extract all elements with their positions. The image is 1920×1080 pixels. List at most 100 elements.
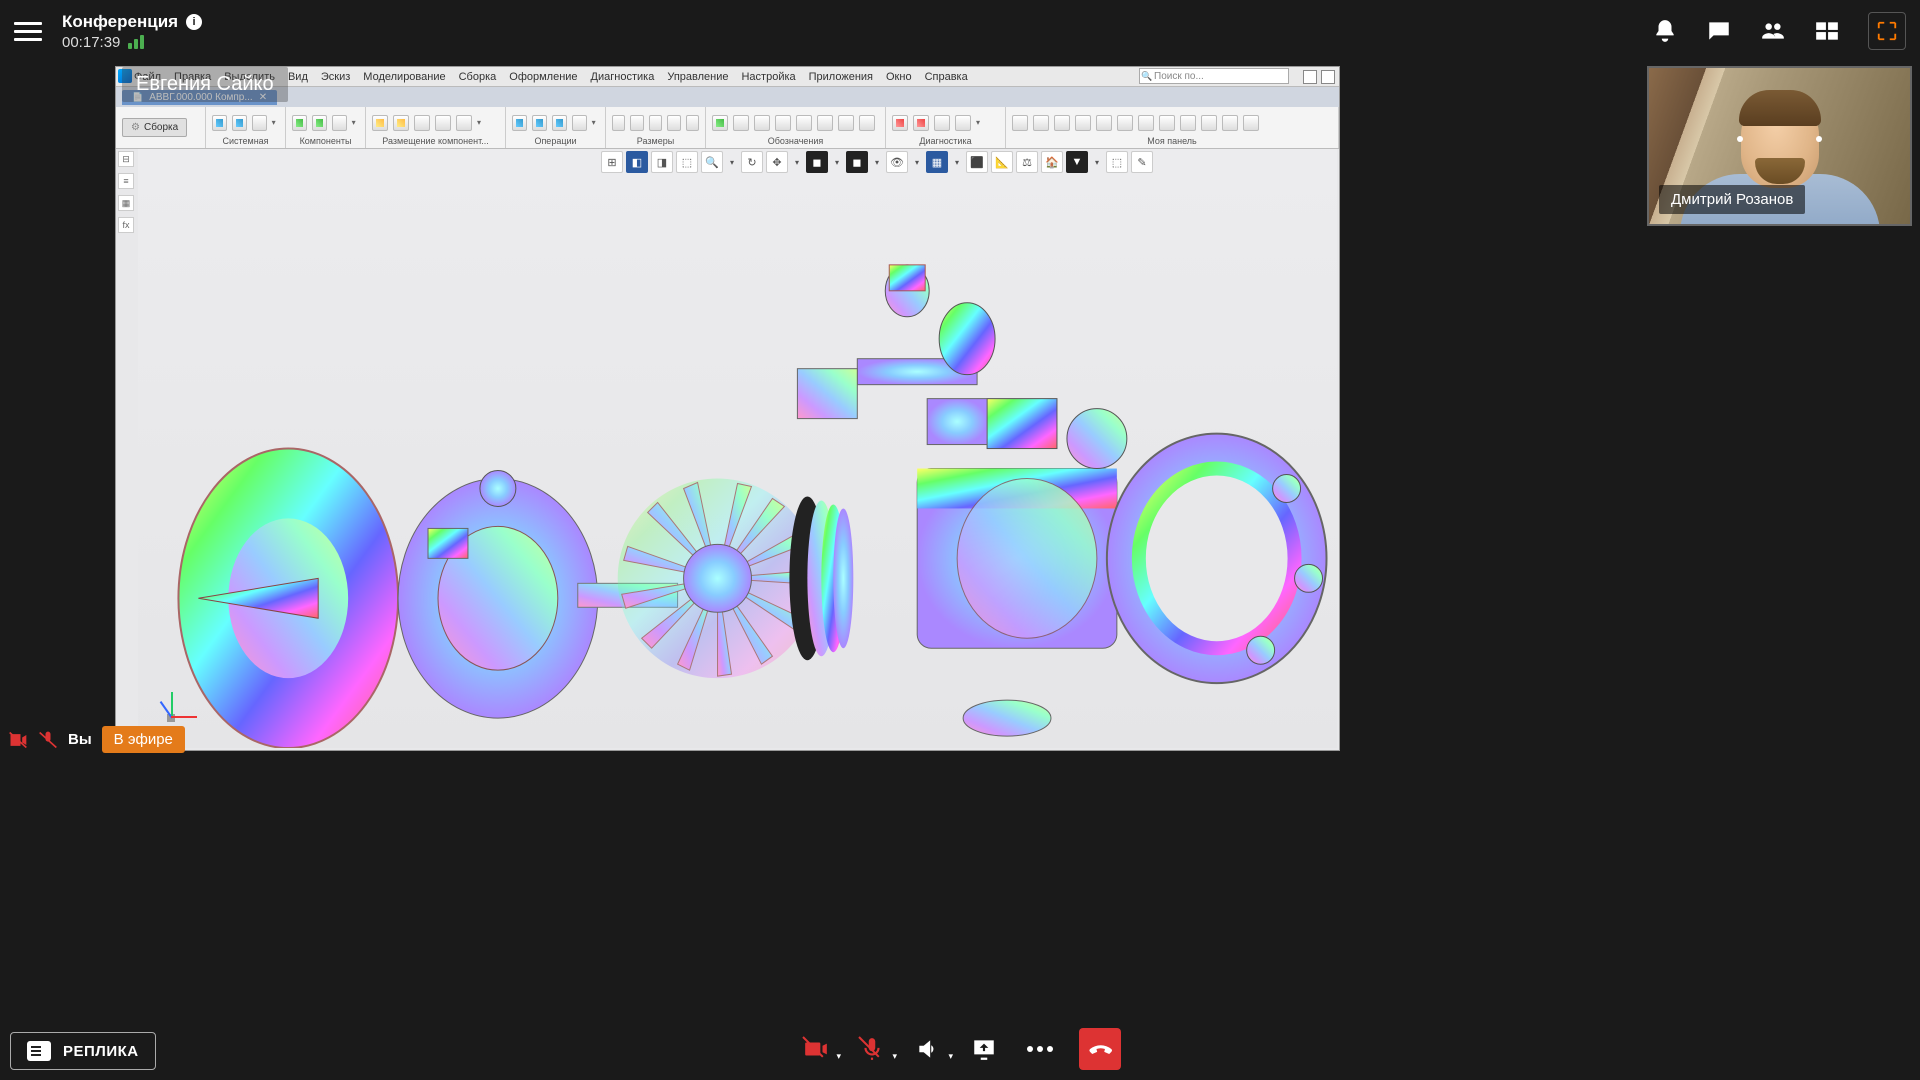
cad-list-icon[interactable]: ≡ [118, 173, 134, 189]
chevron-down-icon[interactable]: ▾ [477, 118, 485, 127]
ribbon-tool-icon[interactable] [312, 115, 327, 131]
cad-home-tool-icon[interactable]: 🏠 [1041, 151, 1063, 173]
ribbon-tool-icon[interactable] [1075, 115, 1091, 131]
chevron-down-icon[interactable]: ▾ [892, 1051, 897, 1062]
cad-menu-help[interactable]: Справка [925, 71, 968, 83]
cad-view-tool-icon[interactable]: ◧ [626, 151, 648, 173]
cad-zoom-tool-icon[interactable]: 🔍 [701, 151, 723, 173]
ribbon-tool-icon[interactable] [372, 115, 388, 131]
toggle-speaker-button[interactable]: ▾ [911, 1032, 945, 1066]
participants-icon[interactable] [1760, 18, 1786, 44]
ribbon-tool-icon[interactable] [212, 115, 227, 131]
chevron-down-icon[interactable]: ▾ [1091, 151, 1103, 173]
cad-render-tool-icon[interactable]: ◼ [846, 151, 868, 173]
cad-last-tool-icon[interactable]: ✎ [1131, 151, 1153, 173]
toggle-camera-button[interactable]: ▾ [799, 1032, 833, 1066]
ribbon-tool-icon[interactable] [775, 115, 791, 131]
cad-assembly-button[interactable]: Сборка [122, 118, 187, 137]
cad-rotate-tool-icon[interactable]: ↻ [741, 151, 763, 173]
ribbon-tool-icon[interactable] [649, 115, 662, 131]
fullscreen-button[interactable] [1868, 12, 1906, 50]
ribbon-tool-icon[interactable] [292, 115, 307, 131]
ribbon-tool-icon[interactable] [1180, 115, 1196, 131]
cad-measure-tool-icon[interactable]: 📐 [991, 151, 1013, 173]
ribbon-tool-icon[interactable] [859, 115, 875, 131]
ribbon-tool-icon[interactable] [512, 115, 527, 131]
hangup-button[interactable] [1079, 1028, 1121, 1070]
ribbon-tool-icon[interactable] [232, 115, 247, 131]
ribbon-tool-icon[interactable] [393, 115, 409, 131]
cad-menu-window[interactable]: Окно [886, 71, 912, 83]
chevron-down-icon[interactable]: ▾ [791, 151, 803, 173]
cad-menu-apps[interactable]: Приложения [809, 71, 873, 83]
chevron-down-icon[interactable]: ▾ [272, 118, 279, 127]
ribbon-tool-icon[interactable] [1201, 115, 1217, 131]
ribbon-tool-icon[interactable] [552, 115, 567, 131]
toggle-mic-button[interactable]: ▾ [855, 1032, 889, 1066]
cad-menu-drawing[interactable]: Оформление [509, 71, 577, 83]
ribbon-tool-icon[interactable] [630, 115, 643, 131]
ribbon-tool-icon[interactable] [892, 115, 908, 131]
cad-menu-sketch[interactable]: Эскиз [321, 71, 350, 83]
ribbon-tool-icon[interactable] [1138, 115, 1154, 131]
more-options-button[interactable] [1023, 1032, 1057, 1066]
replica-button[interactable]: РЕПЛИКА [10, 1032, 156, 1070]
cad-filter-tool-icon[interactable]: ▼ [1066, 151, 1088, 173]
cad-menu-view[interactable]: Вид [288, 71, 308, 83]
ribbon-tool-icon[interactable] [712, 115, 728, 131]
cad-menu-assembly[interactable]: Сборка [459, 71, 497, 83]
cad-menu-manage[interactable]: Управление [667, 71, 728, 83]
ribbon-tool-icon[interactable] [1222, 115, 1238, 131]
chat-icon[interactable] [1706, 18, 1732, 44]
cad-section-tool-icon[interactable]: ▦ [926, 151, 948, 173]
ribbon-tool-icon[interactable] [817, 115, 833, 131]
ribbon-tool-icon[interactable] [456, 115, 472, 131]
ribbon-tool-icon[interactable] [1096, 115, 1112, 131]
ribbon-tool-icon[interactable] [612, 115, 625, 131]
ribbon-tool-icon[interactable] [913, 115, 929, 131]
cad-pan-tool-icon[interactable]: ✥ [766, 151, 788, 173]
chevron-down-icon[interactable]: ▾ [911, 151, 923, 173]
ribbon-tool-icon[interactable] [667, 115, 680, 131]
cad-3d-viewport[interactable]: o3o3o3o3o3 [138, 149, 1337, 748]
chevron-down-icon[interactable]: ▾ [951, 151, 963, 173]
chevron-down-icon[interactable]: ▾ [871, 151, 883, 173]
ribbon-tool-icon[interactable] [332, 115, 347, 131]
chevron-down-icon[interactable]: ▾ [726, 151, 738, 173]
cad-view-tool-icon[interactable]: ⊞ [601, 151, 623, 173]
notifications-bell-icon[interactable] [1652, 18, 1678, 44]
cad-shade-tool-icon[interactable]: ◼ [806, 151, 828, 173]
ribbon-tool-icon[interactable] [733, 115, 749, 131]
ribbon-tool-icon[interactable] [1159, 115, 1175, 131]
participant-video-thumbnail[interactable]: Дмитрий Розанов [1647, 66, 1912, 226]
ribbon-tool-icon[interactable] [1012, 115, 1028, 131]
cad-tree-icon[interactable]: ⊟ [118, 151, 134, 167]
menu-hamburger-icon[interactable] [14, 17, 42, 45]
chevron-down-icon[interactable]: ▾ [976, 118, 984, 127]
ribbon-tool-icon[interactable] [1243, 115, 1259, 131]
ribbon-tool-icon[interactable] [532, 115, 547, 131]
chevron-down-icon[interactable]: ▾ [352, 118, 359, 127]
cad-menu-diagnostics[interactable]: Диагностика [591, 71, 655, 83]
cad-search-input[interactable]: Поиск по... [1139, 68, 1289, 84]
share-screen-button[interactable] [967, 1032, 1001, 1066]
cad-mass-tool-icon[interactable]: ⚖ [1016, 151, 1038, 173]
ribbon-tool-icon[interactable] [686, 115, 699, 131]
ribbon-tool-icon[interactable] [252, 115, 267, 131]
cad-snap-tool-icon[interactable]: ⬚ [1106, 151, 1128, 173]
ribbon-tool-icon[interactable] [572, 115, 587, 131]
ribbon-tool-icon[interactable] [754, 115, 770, 131]
cad-hide-tool-icon[interactable]: 👁 [886, 151, 908, 173]
ribbon-tool-icon[interactable] [1117, 115, 1133, 131]
cad-fx-icon[interactable]: fx [118, 217, 134, 233]
ribbon-tool-icon[interactable] [955, 115, 971, 131]
ribbon-tool-icon[interactable] [934, 115, 950, 131]
cad-table-icon[interactable]: ▦ [118, 195, 134, 211]
cad-view-tool-icon[interactable]: ⬚ [676, 151, 698, 173]
chevron-down-icon[interactable]: ▾ [948, 1051, 953, 1062]
cad-menu-settings[interactable]: Настройка [741, 71, 795, 83]
ribbon-tool-icon[interactable] [435, 115, 451, 131]
cad-layout-toggle2-icon[interactable] [1321, 70, 1335, 84]
ribbon-tool-icon[interactable] [414, 115, 430, 131]
info-icon[interactable]: i [186, 14, 202, 30]
